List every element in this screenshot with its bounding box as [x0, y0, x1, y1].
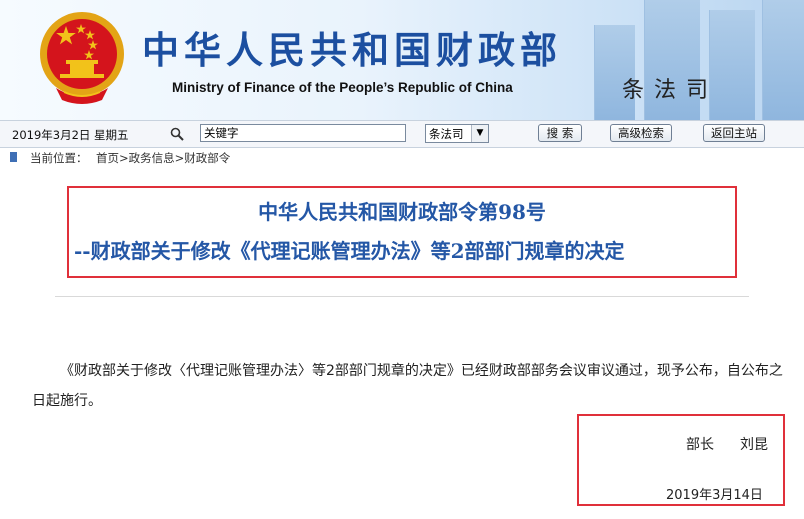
breadcrumb-path[interactable]: 首页>政务信息>财政部令 — [96, 150, 230, 166]
breadcrumb-label: 当前位置： — [30, 151, 88, 165]
current-date: 2019年3月2日 星期五 — [12, 128, 129, 142]
department-name: 条法司 — [622, 78, 719, 103]
signature-date: 2019年3月14日 — [666, 488, 763, 503]
search-icon — [170, 127, 184, 141]
advanced-search-button[interactable]: 高级检索 — [610, 124, 672, 142]
article-title: 中华人民共和国财政部令第98号 — [258, 200, 546, 224]
divider — [55, 296, 749, 297]
article-subtitle: --财政部关于修改《代理记账管理办法》等2部部门规章的决定 — [74, 239, 625, 263]
national-emblem-icon — [40, 12, 124, 104]
search-button[interactable]: 搜 索 — [538, 124, 582, 142]
chevron-down-icon[interactable]: ▼ — [471, 125, 488, 142]
search-input[interactable]: 关键字 — [200, 124, 406, 142]
site-title-english: Ministry of Finance of the People’s Repu… — [172, 80, 513, 95]
return-home-button[interactable]: 返回主站 — [703, 124, 765, 142]
scope-select[interactable]: 条法司 ▼ — [425, 124, 489, 143]
article-body: 《财政部关于修改〈代理记账管理办法〉等2部部门规章的决定》已经财政部部务会议审议… — [32, 363, 783, 409]
breadcrumb-marker-icon — [10, 152, 17, 162]
header-banner: 中华人民共和国财政部 Ministry of Finance of the Pe… — [0, 0, 804, 120]
breadcrumb: 当前位置： 首页>政务信息>财政部令 — [0, 147, 804, 167]
signatory-title: 部长 — [686, 437, 714, 453]
site-title: 中华人民共和国财政部 — [142, 29, 562, 72]
toolbar: 2019年3月2日 星期五 关键字 条法司 ▼ 搜 索 高级检索 返回主站 — [0, 120, 804, 148]
signatory-name: 刘昆 — [740, 437, 768, 453]
scope-select-value: 条法司 — [429, 127, 464, 141]
